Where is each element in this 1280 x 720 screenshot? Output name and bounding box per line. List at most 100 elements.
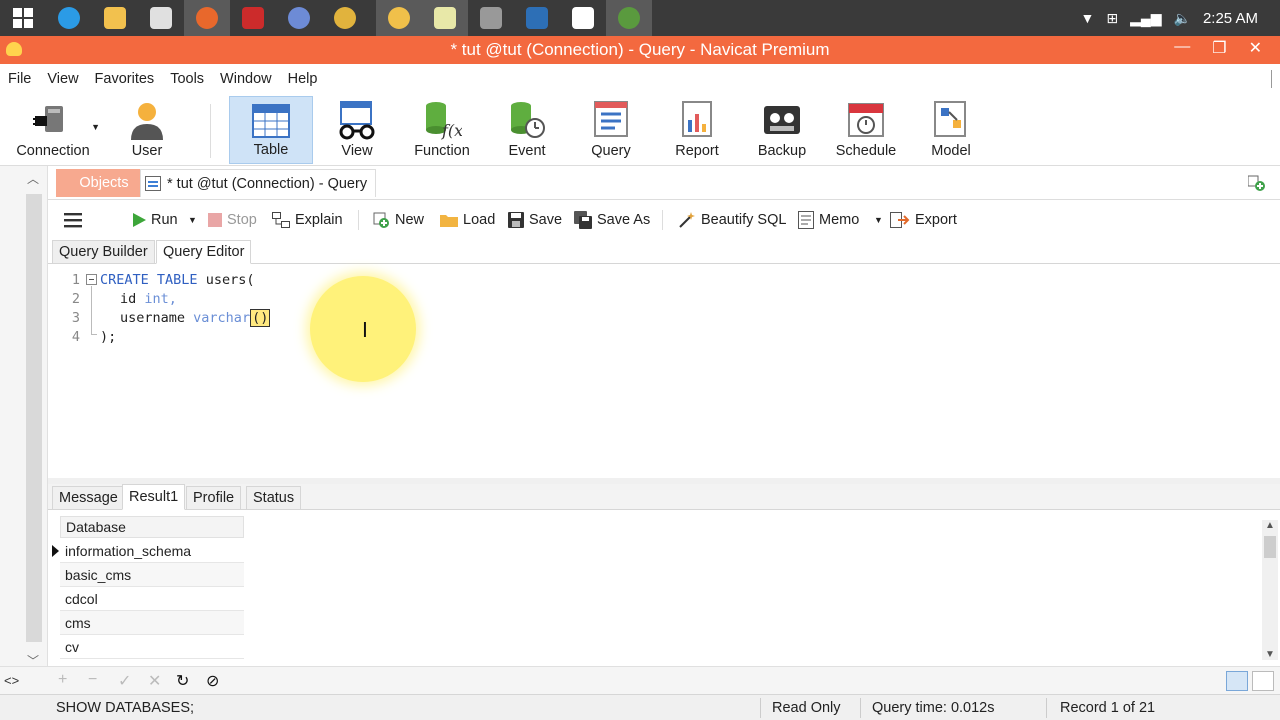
scrollbar-thumb[interactable] xyxy=(1264,536,1276,558)
chevron-up-icon[interactable]: ▼ xyxy=(1080,10,1094,26)
taskbar-notepad[interactable] xyxy=(422,0,468,36)
ribbon-view-button[interactable]: View xyxy=(318,96,396,164)
save-disk-icon xyxy=(508,212,524,228)
earth-app-icon xyxy=(618,7,640,29)
ribbon-connection-button[interactable]: ▼ Connection xyxy=(6,96,100,164)
volume-icon[interactable]: 🔈 xyxy=(1174,10,1191,27)
memo-dropdown-button[interactable]: ▼ xyxy=(874,210,883,230)
taskbar-navicat[interactable] xyxy=(376,0,422,36)
taskbar: ▼ ⊞ ▂▄▆ 🔈 2:25 AM xyxy=(0,0,1280,36)
table-row[interactable]: information_schema xyxy=(60,539,244,563)
result-vertical-scrollbar[interactable]: ▲ ▼ xyxy=(1262,520,1278,660)
taskbar-globe-app[interactable] xyxy=(276,0,322,36)
ribbon-table-button[interactable]: Table xyxy=(229,96,313,164)
function-icon: f(x) xyxy=(426,102,462,140)
explain-button[interactable]: Explain xyxy=(272,210,343,230)
discard-x-icon[interactable]: ✕ xyxy=(148,671,161,691)
taskbar-powershell[interactable] xyxy=(514,0,560,36)
tab-query-editor[interactable]: Query Editor xyxy=(156,240,252,264)
column-header-database[interactable]: Database xyxy=(60,516,244,538)
explain-icon xyxy=(272,212,290,228)
scroll-down-icon[interactable]: ▼ xyxy=(1265,649,1275,660)
ribbon-connection-label: Connection xyxy=(16,143,90,159)
tab-query-builder[interactable]: Query Builder xyxy=(52,240,155,264)
report-icon xyxy=(682,101,712,137)
table-row[interactable]: basic_cms xyxy=(60,563,244,587)
ribbon-model-button[interactable]: Model xyxy=(916,96,986,164)
new-query-button[interactable]: New xyxy=(372,210,424,230)
tab-message[interactable]: Message xyxy=(52,486,125,510)
tab-profile[interactable]: Profile xyxy=(186,486,242,510)
line-number: 3 xyxy=(71,310,80,326)
ribbon-event-button[interactable]: Event xyxy=(490,96,564,164)
taskbar-terminal[interactable] xyxy=(468,0,514,36)
run-dropdown-button[interactable]: ▼ xyxy=(188,210,197,230)
export-button[interactable]: Export xyxy=(890,210,957,230)
form-view-icon[interactable] xyxy=(1252,671,1274,691)
tab-objects[interactable]: Objects xyxy=(56,169,152,197)
table-row[interactable]: cdcol xyxy=(60,587,244,611)
ribbon-query-button[interactable]: Query xyxy=(574,96,648,164)
stop-circle-icon[interactable]: ⊘ xyxy=(206,671,219,691)
load-button[interactable]: Load xyxy=(440,210,495,230)
save-as-button[interactable]: Save As xyxy=(574,210,650,230)
beautify-sql-button[interactable]: Beautify SQL xyxy=(678,210,786,230)
export-icon xyxy=(890,212,910,228)
refresh-icon[interactable]: ↻ xyxy=(176,671,189,691)
terminal-icon xyxy=(480,7,502,29)
menu-window[interactable]: Window xyxy=(220,71,272,87)
status-divider xyxy=(860,698,861,718)
fold-collapse-icon[interactable] xyxy=(86,274,97,285)
backup-tape-icon xyxy=(764,106,800,134)
ribbon-user-button[interactable]: User xyxy=(112,96,182,164)
left-right-arrows-icon[interactable]: <> xyxy=(4,673,19,688)
ribbon-backup-button[interactable]: Backup xyxy=(744,96,820,164)
hamburger-menu-button[interactable] xyxy=(64,210,82,230)
table-row[interactable]: cv xyxy=(60,635,244,659)
sql-editor[interactable]: 1 2 3 4 CREATE TABLE users( id int, user… xyxy=(48,264,1280,478)
delete-record-icon[interactable]: − xyxy=(88,671,97,689)
add-record-icon[interactable]: + xyxy=(58,671,67,689)
ribbon-function-button[interactable]: f(x) Function xyxy=(402,96,482,164)
clock[interactable]: 2:25 AM xyxy=(1203,10,1258,27)
table-row[interactable]: cms xyxy=(60,611,244,635)
taskbar-pinwheel[interactable] xyxy=(138,0,184,36)
taskbar-firefox[interactable] xyxy=(184,0,230,36)
windows-flag-icon[interactable]: ⊞ xyxy=(1106,10,1118,27)
run-button[interactable]: Run xyxy=(132,210,178,230)
line-number: 4 xyxy=(71,329,80,345)
ribbon-table-label: Table xyxy=(253,142,289,158)
apply-check-icon[interactable]: ✓ xyxy=(118,671,131,691)
menu-view[interactable]: View xyxy=(47,71,78,87)
network-icon[interactable]: ▂▄▆ xyxy=(1130,10,1161,27)
taskbar-ie[interactable] xyxy=(46,0,92,36)
menu-tools[interactable]: Tools xyxy=(170,71,204,87)
taskbar-chrome[interactable] xyxy=(322,0,368,36)
status-record: Record 1 of 21 xyxy=(1060,700,1156,716)
new-tab-icon[interactable] xyxy=(1248,174,1266,192)
taskbar-explorer[interactable] xyxy=(92,0,138,36)
chevron-up-icon[interactable]: ︿ xyxy=(27,170,39,187)
ribbon-schedule-button[interactable]: Schedule xyxy=(830,96,902,164)
menu-help[interactable]: Help xyxy=(288,71,318,87)
tab-status[interactable]: Status xyxy=(246,486,302,510)
save-button[interactable]: Save xyxy=(508,210,562,230)
tab-result1[interactable]: Result1 xyxy=(122,484,186,510)
taskbar-earth-app[interactable] xyxy=(606,0,652,36)
menu-file[interactable]: File xyxy=(8,71,31,87)
ribbon-report-button[interactable]: Report xyxy=(660,96,734,164)
windows-start-button[interactable] xyxy=(0,0,46,36)
navigation-pane-scrollbar[interactable] xyxy=(26,194,42,642)
memo-button[interactable]: Memo xyxy=(798,210,859,230)
minimize-button[interactable]: — xyxy=(1174,38,1190,58)
maximize-button[interactable]: ❐ xyxy=(1212,38,1226,58)
scroll-up-icon[interactable]: ▲ xyxy=(1265,520,1275,531)
stop-button[interactable]: Stop xyxy=(208,210,257,230)
menu-favorites[interactable]: Favorites xyxy=(95,71,155,87)
grid-view-icon[interactable] xyxy=(1226,671,1248,691)
close-button[interactable]: ✕ xyxy=(1249,38,1262,58)
taskbar-red-app[interactable] xyxy=(230,0,276,36)
taskbar-c-app[interactable] xyxy=(560,0,606,36)
tab-query[interactable]: * tut @tut (Connection) - Query xyxy=(140,169,377,197)
connection-dropdown-arrow-icon[interactable]: ▼ xyxy=(91,122,100,132)
